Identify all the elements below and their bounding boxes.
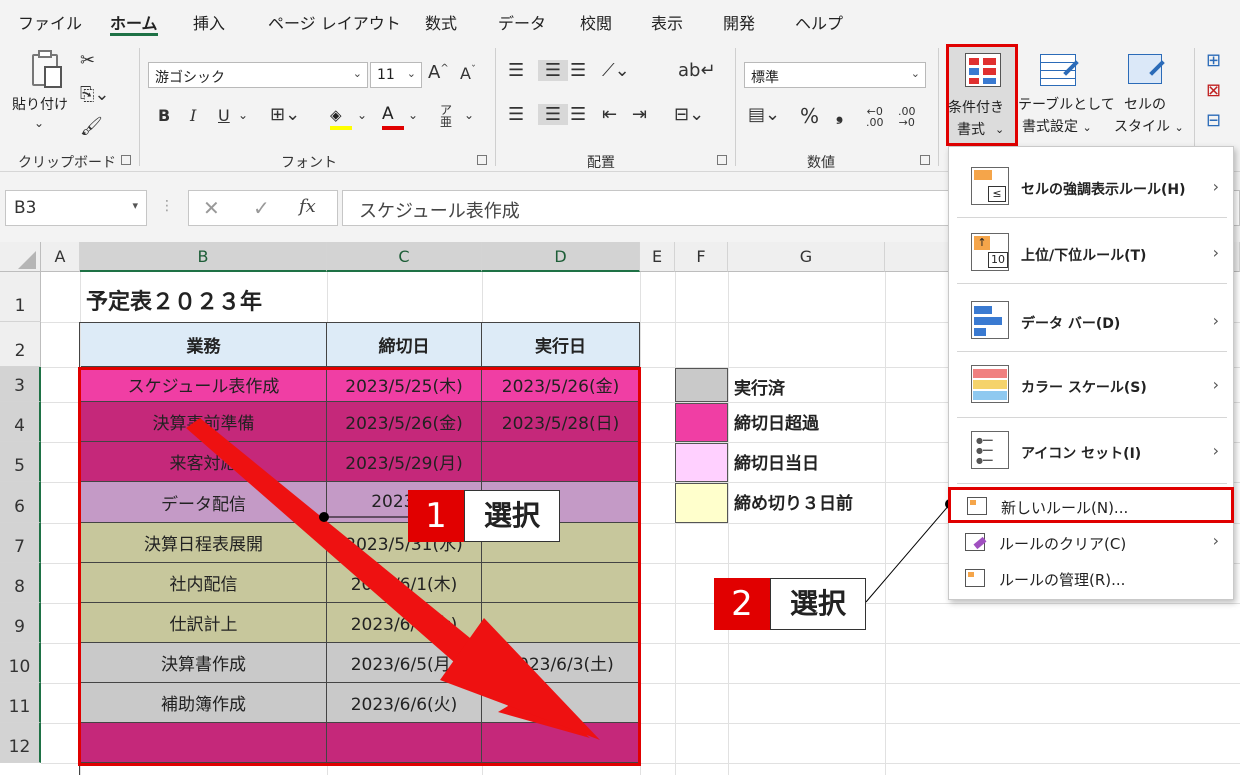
pointer-line-2 bbox=[865, 503, 951, 603]
chevron-right-icon: › bbox=[1212, 375, 1219, 394]
menu-separator bbox=[957, 351, 1227, 352]
menu-item-highlight-rules[interactable]: ≤ セルの強調表示ルール(H) › bbox=[949, 161, 1233, 215]
callout-2-number: 2 bbox=[714, 578, 770, 630]
menu-item-data-bars[interactable]: データ バー(D) › bbox=[949, 295, 1233, 349]
highlight-rules-icon: ≤ bbox=[971, 167, 1009, 205]
chevron-right-icon: › bbox=[1212, 243, 1219, 262]
color-scales-icon bbox=[971, 365, 1009, 403]
pointer-dot-1 bbox=[319, 512, 329, 522]
clear-rules-icon bbox=[965, 533, 987, 551]
chevron-right-icon: › bbox=[1212, 531, 1219, 550]
menu-item-manage-rules[interactable]: ルールの管理(R)... bbox=[949, 563, 1233, 597]
chevron-right-icon: › bbox=[1212, 177, 1219, 196]
top-bottom-rules-label: 上位/下位ルール(T) bbox=[1021, 248, 1147, 264]
clear-rules-label: ルールのクリア(C) bbox=[999, 535, 1127, 553]
data-bars-icon bbox=[971, 301, 1009, 339]
menu-separator bbox=[957, 217, 1227, 218]
menu-separator bbox=[957, 483, 1227, 484]
icon-sets-icon: ●━━ ●━━ ●━━ bbox=[971, 431, 1009, 469]
data-bars-label: データ バー(D) bbox=[1021, 316, 1121, 332]
menu-item-new-rule[interactable]: 新しいルール(N)... bbox=[948, 487, 1234, 523]
new-rule-label: 新しいルール(N)... bbox=[1001, 499, 1129, 517]
chevron-right-icon: › bbox=[1212, 311, 1219, 330]
callout-2-text: 選択 bbox=[770, 578, 866, 630]
color-scales-label: カラー スケール(S) bbox=[1021, 380, 1147, 396]
conditional-formatting-menu: ≤ セルの強調表示ルール(H) › ↑ 10 上位/下位ルール(T) › データ… bbox=[948, 146, 1234, 600]
new-rule-icon bbox=[967, 497, 987, 515]
highlight-rules-label: セルの強調表示ルール(H) bbox=[1021, 182, 1186, 198]
manage-rules-label: ルールの管理(R)... bbox=[999, 571, 1126, 589]
icon-sets-label: アイコン セット(I) bbox=[1021, 446, 1142, 462]
menu-separator bbox=[957, 417, 1227, 418]
chevron-right-icon: › bbox=[1212, 441, 1219, 460]
callout-1-text: 選択 bbox=[464, 490, 560, 542]
manage-rules-icon bbox=[965, 569, 985, 587]
menu-separator bbox=[957, 283, 1227, 284]
top-bottom-rules-icon: ↑ 10 bbox=[971, 233, 1009, 271]
menu-item-color-scales[interactable]: カラー スケール(S) › bbox=[949, 359, 1233, 413]
callout-1-number: 1 bbox=[408, 490, 464, 542]
menu-item-top-bottom-rules[interactable]: ↑ 10 上位/下位ルール(T) › bbox=[949, 227, 1233, 281]
menu-item-clear-rules[interactable]: ルールのクリア(C) › bbox=[949, 527, 1233, 561]
menu-item-icon-sets[interactable]: ●━━ ●━━ ●━━ アイコン セット(I) › bbox=[949, 425, 1233, 479]
